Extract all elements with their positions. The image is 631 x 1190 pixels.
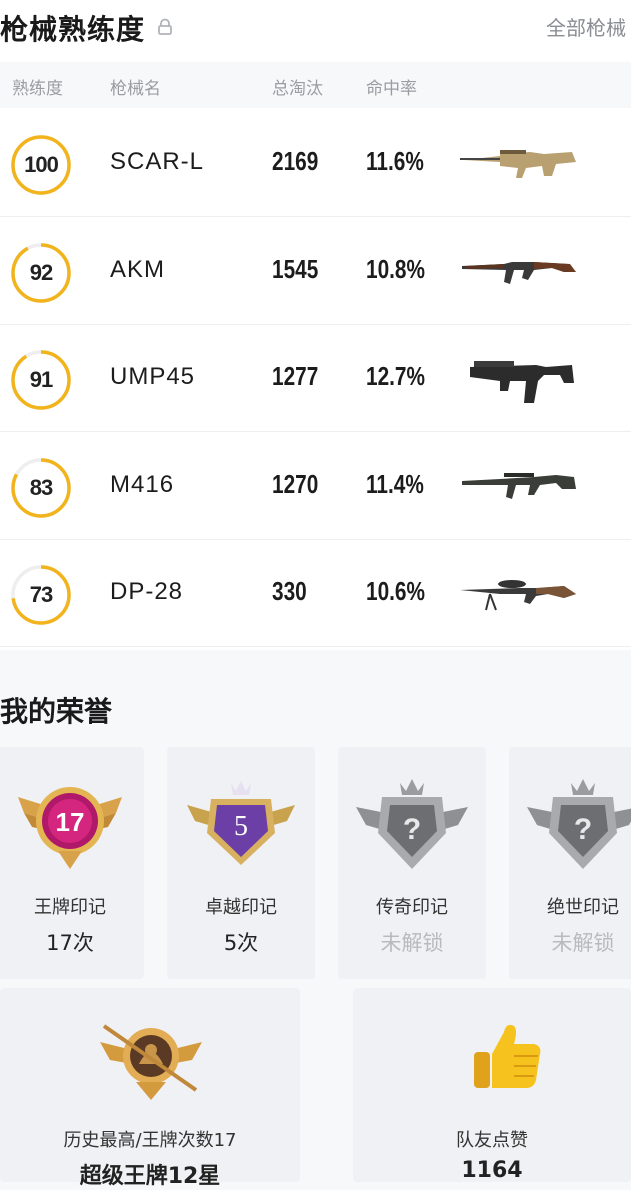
card-label: 卓越印记	[205, 897, 277, 918]
thumbs-up-icon	[474, 1024, 541, 1088]
svg-text:?: ?	[574, 813, 592, 846]
proficiency-ring: 92	[10, 242, 72, 304]
section-header: 枪械熟练度 全部枪械	[0, 0, 631, 58]
proficiency-ring: 73	[10, 564, 72, 626]
legend-mark-card[interactable]: ? 传奇印记 未解锁	[338, 747, 486, 979]
hit-rate: 10.6%	[366, 576, 425, 606]
proficiency-value: 73	[29, 582, 53, 607]
summary-value: 超级王牌12星	[79, 1164, 221, 1189]
weapon-row[interactable]: 100 SCAR-L 2169 11.6%	[0, 110, 631, 217]
proficiency-value: 92	[29, 260, 53, 285]
page-title: 枪械熟练度	[0, 13, 146, 46]
hit-rate: 11.6%	[366, 146, 424, 176]
excellence-mark-badge-icon: 5	[187, 781, 295, 865]
total-kills: 330	[272, 576, 307, 606]
excellence-mark-card[interactable]: 5 卓越印记 5次	[167, 747, 315, 979]
card-value: 5次	[223, 931, 259, 955]
table-header: 熟练度 枪械名 总淘汰 命中率	[0, 62, 631, 108]
weapon-row[interactable]: 91 UMP45 1277 12.7%	[0, 325, 631, 432]
weapon-name: UMP45	[110, 363, 196, 390]
card-value: 17次	[46, 931, 94, 955]
super-ace-badge-icon	[100, 1024, 202, 1100]
weapon-row[interactable]: 92 AKM 1545 10.8%	[0, 218, 631, 325]
svg-text:?: ?	[403, 813, 421, 846]
proficiency-value: 83	[29, 475, 53, 500]
ump45-smg-icon	[470, 361, 574, 403]
lock-icon[interactable]	[156, 18, 174, 36]
col-name: 枪械名	[110, 79, 161, 99]
weapon-row[interactable]: 83 M416 1270 11.4%	[0, 433, 631, 540]
peerless-mark-card[interactable]: ? 绝世印记 未解锁	[509, 747, 631, 979]
peerless-mark-badge-icon: ?	[527, 779, 631, 869]
total-kills: 2169	[272, 146, 319, 176]
scar-l-rifle-icon	[460, 150, 576, 178]
proficiency-ring: 91	[10, 349, 72, 411]
weapon-name: DP-28	[110, 578, 184, 605]
total-kills: 1545	[272, 254, 319, 284]
col-proficiency: 熟练度	[12, 79, 63, 99]
weapon-name: AKM	[110, 256, 166, 283]
card-value: 未解锁	[551, 931, 615, 955]
dp28-lmg-icon	[460, 580, 576, 611]
svg-text:17: 17	[56, 807, 85, 837]
svg-text:5: 5	[234, 811, 248, 842]
total-kills: 1277	[272, 361, 319, 391]
highest-rank-card[interactable]: 历史最高/王牌次数17 超级王牌12星	[0, 988, 300, 1189]
weapon-name: SCAR-L	[110, 148, 205, 175]
summary-label: 队友点赞	[456, 1130, 528, 1151]
proficiency-value: 100	[24, 152, 59, 177]
weapon-name: M416	[110, 471, 175, 498]
honors-title: 我的荣誉	[0, 695, 113, 728]
proficiency-ring: 83	[10, 457, 72, 519]
proficiency-value: 91	[29, 367, 53, 392]
card-value: 未解锁	[380, 931, 444, 955]
hit-rate: 10.8%	[366, 254, 425, 284]
weapon-row[interactable]: 73 DP-28 330 10.6%	[0, 540, 631, 647]
col-accuracy: 命中率	[366, 79, 417, 99]
m416-rifle-icon	[462, 473, 576, 499]
proficiency-ring: 100	[10, 134, 72, 196]
legend-mark-badge-icon: ?	[356, 779, 468, 869]
summary-value: 1164	[461, 1158, 523, 1183]
all-weapons-link[interactable]: 全部枪械	[546, 12, 626, 41]
hit-rate: 11.4%	[366, 469, 424, 499]
hit-rate: 12.7%	[366, 361, 425, 391]
total-kills: 1270	[272, 469, 319, 499]
card-label: 王牌印记	[34, 897, 106, 918]
teammate-likes-card[interactable]: 队友点赞 1164	[353, 988, 631, 1183]
card-label: 传奇印记	[376, 897, 448, 918]
ace-mark-card[interactable]: 17 王牌印记 17次	[0, 747, 144, 979]
ace-mark-badge-icon: 17	[18, 787, 122, 869]
summary-label: 历史最高/王牌次数17	[63, 1130, 237, 1151]
akm-rifle-icon	[462, 262, 576, 284]
card-label: 绝世印记	[547, 897, 619, 918]
col-kills: 总淘汰	[272, 79, 323, 99]
